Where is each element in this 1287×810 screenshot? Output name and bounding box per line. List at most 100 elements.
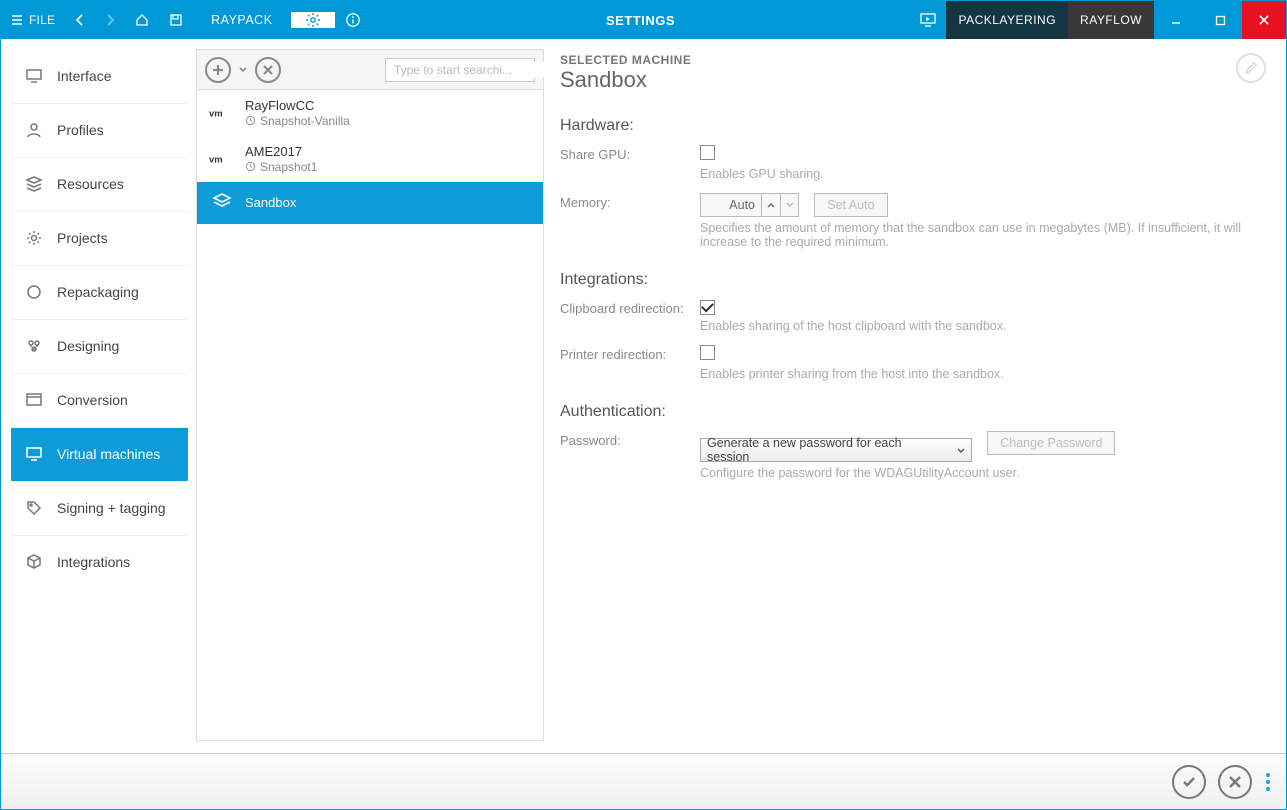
file-menu-label: FILE <box>29 13 55 27</box>
save-button[interactable] <box>159 1 193 39</box>
details-eyebrow: SELECTED MACHINE <box>560 53 691 67</box>
machine-item-ame2017[interactable]: vm AME2017 Snapshot1 <box>197 136 543 182</box>
sidebar-item-projects[interactable]: Projects <box>11 211 188 265</box>
machine-item-sandbox[interactable]: Sandbox <box>197 182 543 224</box>
memory-step-down[interactable] <box>780 194 798 216</box>
monitor-icon <box>25 445 43 463</box>
forward-button[interactable] <box>95 1 125 39</box>
rayflow-button[interactable]: RAYFLOW <box>1068 1 1154 39</box>
plus-icon <box>211 63 225 77</box>
apply-button[interactable] <box>1172 765 1206 799</box>
field-password: Password: Generate a new password for ea… <box>560 431 1266 480</box>
memory-value: Auto <box>701 194 761 216</box>
section-integrations-title: Integrations: <box>560 271 1266 289</box>
sidebar-item-label: Virtual machines <box>57 446 160 462</box>
sidebar-item-label: Repackaging <box>57 284 139 300</box>
edit-button[interactable] <box>1236 53 1266 83</box>
sidebar-item-label: Designing <box>57 338 119 354</box>
user-icon <box>25 121 43 139</box>
machine-list: vm RayFlowCC Snapshot-Vanilla vm AME2017… <box>197 90 543 740</box>
x-icon <box>1227 774 1243 790</box>
maximize-icon <box>1215 15 1226 26</box>
password-mode-value: Generate a new password for each session <box>707 436 947 464</box>
save-icon <box>169 13 183 27</box>
sidebar: Interface Profiles Resources Projects Re… <box>1 39 196 753</box>
memory-set-auto-button[interactable]: Set Auto <box>814 193 887 217</box>
clipboard-help: Enables sharing of the host clipboard wi… <box>700 319 1260 333</box>
machine-item-rayflowcc[interactable]: vm RayFlowCC Snapshot-Vanilla <box>197 90 543 136</box>
machine-search-input[interactable] <box>392 62 551 78</box>
sidebar-item-interface[interactable]: Interface <box>11 49 188 103</box>
caret-down-icon <box>957 443 965 457</box>
chevron-left-icon <box>75 14 85 26</box>
details-title: Sandbox <box>560 67 691 93</box>
x-icon <box>262 64 274 76</box>
share-gpu-help: Enables GPU sharing. <box>700 167 1260 181</box>
screen-share-icon <box>920 13 936 27</box>
add-machine-dropdown[interactable] <box>237 57 249 83</box>
add-machine-button[interactable] <box>205 57 231 83</box>
clipboard-label: Clipboard redirection: <box>560 299 700 316</box>
stack-icon <box>25 175 43 193</box>
section-hardware-title: Hardware: <box>560 117 1266 135</box>
clipboard-checkbox[interactable] <box>700 300 715 315</box>
sidebar-item-resources[interactable]: Resources <box>11 157 188 211</box>
svg-text:vm: vm <box>209 109 223 120</box>
close-icon <box>1258 14 1270 26</box>
vm-icon: vm <box>209 100 235 126</box>
settings-tab[interactable] <box>291 12 335 28</box>
machine-search[interactable] <box>385 58 535 82</box>
monitor-icon <box>25 67 43 85</box>
svg-text:vm: vm <box>209 155 223 166</box>
caret-up-icon <box>767 202 775 208</box>
password-help: Configure the password for the WDAGUtili… <box>700 466 1260 480</box>
sidebar-item-virtual-machines[interactable]: Virtual machines <box>11 427 188 481</box>
main-area: Interface Profiles Resources Projects Re… <box>1 39 1286 753</box>
sidebar-item-integrations[interactable]: Integrations <box>11 535 188 589</box>
sidebar-item-repackaging[interactable]: Repackaging <box>11 265 188 319</box>
printer-checkbox[interactable] <box>700 345 715 360</box>
window-minimize-button[interactable] <box>1154 1 1198 39</box>
tag-icon <box>25 499 43 517</box>
history-icon <box>245 115 256 126</box>
record-icon <box>25 283 43 301</box>
info-button[interactable] <box>335 1 371 39</box>
password-mode-select[interactable]: Generate a new password for each session <box>700 438 972 462</box>
footer-bar <box>1 753 1286 809</box>
sidebar-item-label: Integrations <box>57 554 130 570</box>
field-clipboard-redirection: Clipboard redirection: Enables sharing o… <box>560 299 1266 333</box>
history-icon <box>245 161 256 172</box>
chevron-right-icon <box>105 14 115 26</box>
remove-machine-button[interactable] <box>255 57 281 83</box>
printer-label: Printer redirection: <box>560 345 700 362</box>
machine-title: AME2017 <box>245 144 317 160</box>
change-password-button[interactable]: Change Password <box>987 431 1115 455</box>
sidebar-item-label: Conversion <box>57 392 128 408</box>
vm-icon: vm <box>209 146 235 172</box>
back-button[interactable] <box>65 1 95 39</box>
cancel-button[interactable] <box>1218 765 1252 799</box>
file-menu-button[interactable]: FILE <box>1 1 65 39</box>
field-printer-redirection: Printer redirection: Enables printer sha… <box>560 345 1266 381</box>
machine-subtitle: Snapshot1 <box>245 160 317 174</box>
memory-step-up[interactable] <box>762 194 780 216</box>
more-button[interactable] <box>1266 773 1270 791</box>
window-maximize-button[interactable] <box>1198 1 1242 39</box>
app-name: RAYPACK <box>193 13 290 27</box>
cube-icon <box>25 553 43 571</box>
sidebar-item-profiles[interactable]: Profiles <box>11 103 188 157</box>
window-close-button[interactable] <box>1242 1 1286 39</box>
sidebar-item-signing-tagging[interactable]: Signing + tagging <box>11 481 188 535</box>
packlayering-button[interactable]: PACKLAYERING <box>946 1 1068 39</box>
memory-spinner[interactable]: Auto <box>700 193 799 217</box>
home-button[interactable] <box>125 1 159 39</box>
share-gpu-checkbox[interactable] <box>700 145 715 160</box>
present-button[interactable] <box>910 1 946 39</box>
password-label: Password: <box>560 431 700 448</box>
sidebar-item-designing[interactable]: Designing <box>11 319 188 373</box>
field-share-gpu: Share GPU: Enables GPU sharing. <box>560 145 1266 181</box>
sidebar-item-conversion[interactable]: Conversion <box>11 373 188 427</box>
title-center: SETTINGS <box>371 1 911 39</box>
title-bar: FILE RAYPACK SETTINGS PACKLAYERING RAYFL… <box>1 1 1286 39</box>
machine-toolbar <box>197 50 543 90</box>
